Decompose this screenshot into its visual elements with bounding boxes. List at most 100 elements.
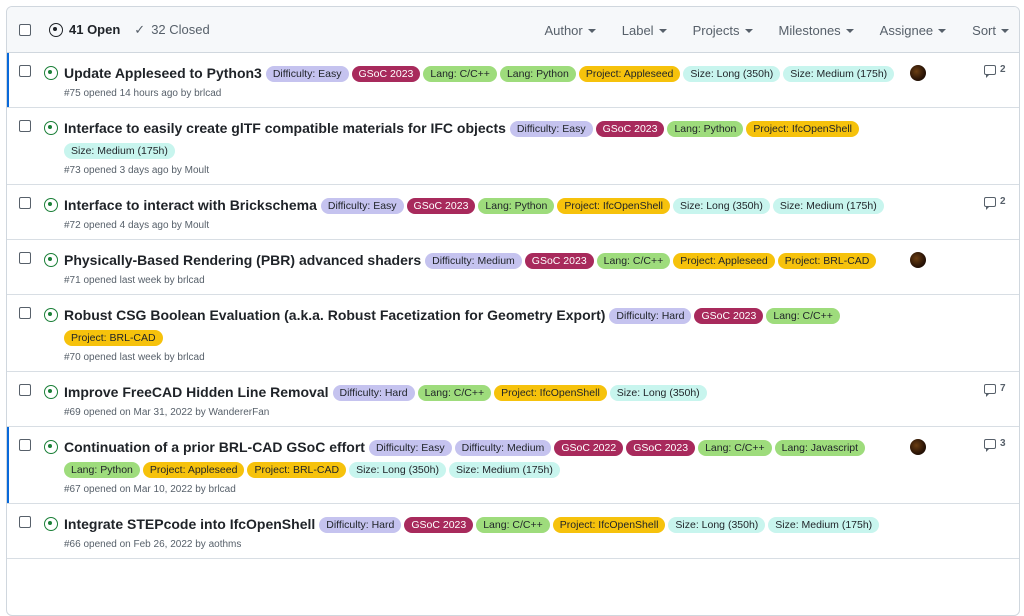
- assignee-avatar[interactable]: [910, 439, 926, 455]
- issue-label[interactable]: GSoC 2023: [404, 517, 474, 533]
- filter-author[interactable]: Author: [544, 23, 596, 38]
- issue-label[interactable]: Size: Long (350h): [683, 66, 781, 82]
- issue-title-link[interactable]: Physically-Based Rendering (PBR) advance…: [64, 252, 421, 268]
- issue-label[interactable]: Size: Medium (175h): [64, 143, 175, 159]
- issue-label[interactable]: GSoC 2022: [554, 440, 624, 456]
- filter-bar: Author Label Projects Milestones Assigne…: [544, 7, 1019, 53]
- issue-label[interactable]: Lang: Python: [478, 198, 555, 214]
- issue-label[interactable]: Difficulty: Medium: [425, 253, 522, 269]
- assignee-avatar[interactable]: [910, 252, 926, 268]
- issue-label[interactable]: Size: Long (350h): [668, 517, 766, 533]
- issue-label[interactable]: GSoC 2023: [351, 66, 421, 82]
- issue-label[interactable]: Project: BRL-CAD: [777, 253, 877, 269]
- filter-sort[interactable]: Sort: [972, 23, 1009, 38]
- issue-label[interactable]: Project: Appleseed: [142, 462, 245, 478]
- issue-label[interactable]: Lang: C/C++: [417, 385, 492, 401]
- issue-label[interactable]: Difficulty: Hard: [609, 308, 692, 324]
- filter-projects[interactable]: Projects: [693, 23, 753, 38]
- issue-row[interactable]: Physically-Based Rendering (PBR) advance…: [7, 240, 1019, 295]
- issue-label[interactable]: Project: BRL-CAD: [247, 462, 347, 478]
- issue-checkbox[interactable]: [19, 65, 31, 77]
- issue-label[interactable]: Lang: C/C++: [596, 253, 671, 269]
- issue-label[interactable]: GSoC 2023: [524, 253, 594, 269]
- issue-label[interactable]: Lang: C/C++: [476, 517, 550, 533]
- issue-label[interactable]: Project: Appleseed: [673, 253, 775, 269]
- issue-checkbox[interactable]: [19, 307, 31, 319]
- issue-label[interactable]: Difficulty: Hard: [332, 385, 415, 401]
- issue-label[interactable]: Size: Medium (175h): [783, 66, 895, 82]
- issue-label[interactable]: Lang: C/C++: [423, 66, 497, 82]
- issue-row[interactable]: Continuation of a prior BRL-CAD GSoC eff…: [7, 427, 1019, 504]
- issue-label[interactable]: Project: IfcOpenShell: [552, 517, 666, 533]
- filter-milestones[interactable]: Milestones: [779, 23, 854, 38]
- issue-row[interactable]: Integrate STEPcode into IfcOpenShell Diff…: [7, 504, 1019, 559]
- issue-label[interactable]: Difficulty: Easy: [320, 198, 404, 214]
- issue-title-link[interactable]: Interface to easily create glTF compatib…: [64, 120, 506, 136]
- issue-label[interactable]: Project: IfcOpenShell: [746, 121, 859, 137]
- issue-label[interactable]: Size: Long (350h): [609, 385, 707, 401]
- open-issues-link[interactable]: 41 Open: [49, 22, 120, 37]
- issue-row[interactable]: Update Appleseed to Python3 Difficulty: E…: [7, 53, 1019, 108]
- caret-down-icon: [938, 29, 947, 33]
- issue-title-link[interactable]: Continuation of a prior BRL-CAD GSoC eff…: [64, 439, 365, 455]
- issue-label[interactable]: Project: BRL-CAD: [64, 330, 163, 346]
- assignee-avatar[interactable]: [910, 65, 926, 81]
- issue-checkbox[interactable]: [19, 197, 31, 209]
- issue-label[interactable]: Size: Long (350h): [349, 462, 446, 478]
- comments-link[interactable]: 2: [984, 196, 1006, 210]
- select-all-checkbox[interactable]: [19, 23, 31, 36]
- comment-count: 2: [1000, 64, 1006, 75]
- issue-label[interactable]: Project: IfcOpenShell: [494, 385, 607, 401]
- issue-checkbox[interactable]: [19, 120, 31, 132]
- comments-link[interactable]: 7: [984, 383, 1006, 397]
- issue-opened-icon: [44, 308, 58, 322]
- issue-label[interactable]: Project: Appleseed: [578, 66, 681, 82]
- comment-icon: [984, 383, 996, 397]
- filter-label[interactable]: Label: [622, 23, 667, 38]
- issue-label[interactable]: Difficulty: Hard: [319, 517, 402, 533]
- issue-title-link[interactable]: Integrate STEPcode into IfcOpenShell: [64, 516, 315, 532]
- issues-list-header: 41 Open ✓ 32 Closed Author Label Project…: [7, 7, 1019, 53]
- issue-checkbox[interactable]: [19, 384, 31, 396]
- issue-label[interactable]: GSoC 2023: [406, 198, 476, 214]
- issue-checkbox[interactable]: [19, 252, 31, 264]
- issue-label[interactable]: Difficulty: Easy: [368, 440, 452, 456]
- issue-body: Integrate STEPcode into IfcOpenShell Diff…: [64, 504, 904, 558]
- issue-label[interactable]: Difficulty: Easy: [509, 121, 593, 137]
- issue-label[interactable]: Size: Medium (175h): [448, 462, 560, 478]
- issue-label[interactable]: Lang: Python: [667, 121, 744, 137]
- comment-count: 3: [1000, 438, 1006, 449]
- issue-title-link[interactable]: Robust CSG Boolean Evaluation (a.k.a. Ro…: [64, 307, 605, 323]
- issue-label[interactable]: GSoC 2023: [595, 121, 665, 137]
- issue-title-link[interactable]: Interface to interact with Brickschema: [64, 197, 317, 213]
- issue-label[interactable]: Difficulty: Medium: [454, 440, 552, 456]
- issue-checkbox[interactable]: [19, 516, 31, 528]
- issue-row[interactable]: Improve FreeCAD Hidden Line Removal Diffi…: [7, 372, 1019, 427]
- issue-body: Continuation of a prior BRL-CAD GSoC eff…: [64, 427, 904, 503]
- issue-label[interactable]: Project: IfcOpenShell: [557, 198, 670, 214]
- issue-label[interactable]: GSoC 2023: [626, 440, 696, 456]
- issue-label[interactable]: Lang: Javascript: [774, 440, 866, 456]
- issue-label[interactable]: Lang: C/C++: [698, 440, 772, 456]
- issue-label[interactable]: Difficulty: Easy: [265, 66, 349, 82]
- issue-label[interactable]: Lang: C/C++: [766, 308, 840, 324]
- issue-title-link[interactable]: Update Appleseed to Python3: [64, 65, 262, 81]
- issue-label[interactable]: Lang: Python: [499, 66, 576, 82]
- issue-row[interactable]: Robust CSG Boolean Evaluation (a.k.a. Ro…: [7, 295, 1019, 372]
- comment-icon: [984, 196, 996, 210]
- issue-row[interactable]: Interface to interact with Brickschema Di…: [7, 185, 1019, 240]
- issue-row[interactable]: Interface to easily create glTF compatib…: [7, 108, 1019, 185]
- issue-label[interactable]: Size: Medium (175h): [768, 517, 880, 533]
- issue-title-line: Continuation of a prior BRL-CAD GSoC eff…: [64, 436, 904, 481]
- issue-label[interactable]: Size: Long (350h): [672, 198, 770, 214]
- issues-list-box: 41 Open ✓ 32 Closed Author Label Project…: [6, 6, 1020, 616]
- issue-title-link[interactable]: Improve FreeCAD Hidden Line Removal: [64, 384, 329, 400]
- closed-issues-link[interactable]: ✓ 32 Closed: [134, 22, 209, 38]
- issue-checkbox[interactable]: [19, 439, 31, 451]
- issue-label[interactable]: Lang: Python: [64, 462, 140, 478]
- issue-label[interactable]: Size: Medium (175h): [772, 198, 884, 214]
- issue-label[interactable]: GSoC 2023: [694, 308, 764, 324]
- comments-link[interactable]: 2: [984, 64, 1006, 78]
- filter-assignee[interactable]: Assignee: [880, 23, 947, 38]
- comments-link[interactable]: 3: [984, 438, 1006, 452]
